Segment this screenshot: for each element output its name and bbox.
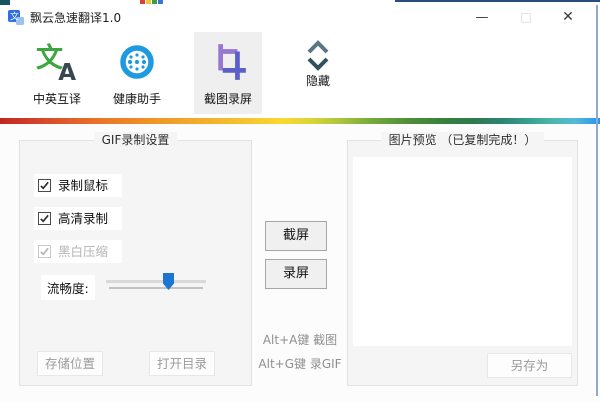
slider-track-shadow xyxy=(109,287,203,289)
tab-label: 中英互译 xyxy=(32,92,81,106)
svg-text:文: 文 xyxy=(10,11,19,23)
groupbox-title: 图片预览 （已复制完成！） xyxy=(380,132,545,148)
background-fragment xyxy=(395,0,600,2)
hotkey-hint-gif: Alt+G键 录GIF xyxy=(258,357,342,371)
save-as-button[interactable]: 另存为 xyxy=(487,353,572,378)
tab-health-assistant[interactable]: 健康助手 xyxy=(104,30,170,106)
checkbox-box xyxy=(38,245,51,258)
open-directory-button[interactable]: 打开目录 xyxy=(149,351,215,376)
title-bar: 文 飘云急速翻译1.0 — □ ✕ xyxy=(0,5,600,30)
check-icon xyxy=(40,247,49,256)
record-screen-button[interactable]: 录屏 xyxy=(265,259,327,289)
tab-label: 健康助手 xyxy=(112,92,161,106)
checkbox-label: 录制鼠标 xyxy=(58,178,109,193)
checkbox-record-mouse[interactable]: 录制鼠标 xyxy=(34,174,123,197)
image-preview-groupbox: 图片预览 （已复制完成！） 另存为 xyxy=(347,132,578,386)
translate-icon: 文 A xyxy=(35,39,79,86)
gif-settings-groupbox: GIF录制设置 录制鼠标 高清录制 黑白压缩 流畅度: 存储位置 打开目录 xyxy=(19,132,252,386)
checkbox-label: 高清录制 xyxy=(58,211,109,226)
tab-screenshot-record[interactable]: 截图录屏 xyxy=(194,32,262,114)
background-window-edge xyxy=(596,5,598,396)
background-fragment xyxy=(158,0,163,4)
toolbar: 文 A 中英互译 健康助手 截图录屏 隐藏 xyxy=(0,30,600,118)
image-preview-area xyxy=(353,157,572,346)
hotkey-hint-screenshot: Alt+A键 截图 xyxy=(262,333,338,347)
checkbox-hd-record[interactable]: 高清录制 xyxy=(34,207,123,230)
maximize-icon[interactable]: □ xyxy=(506,5,546,30)
crop-icon xyxy=(207,39,249,85)
checkbox-label: 黑白压缩 xyxy=(58,244,109,259)
main-area: GIF录制设置 录制鼠标 高清录制 黑白压缩 流畅度: 存储位置 打开目录 截屏… xyxy=(0,124,600,402)
translate-icon-glyph: A xyxy=(58,60,76,86)
window-title: 飘云急速翻译1.0 xyxy=(30,11,122,25)
minimize-icon[interactable]: — xyxy=(462,5,502,30)
smoothness-slider[interactable] xyxy=(106,273,206,293)
background-fragment xyxy=(146,0,151,4)
screenshot-button[interactable]: 截屏 xyxy=(265,221,327,251)
health-icon xyxy=(116,39,158,85)
checkbox-box xyxy=(38,212,51,225)
app-window: 文 飘云急速翻译1.0 — □ ✕ 文 A 中英互译 健康助手 截图录屏 隐藏 … xyxy=(0,0,600,402)
background-fragment xyxy=(140,0,145,4)
tab-label: 隐藏 xyxy=(305,74,330,88)
checkbox-box xyxy=(38,179,51,192)
smoothness-label: 流畅度: xyxy=(41,275,95,300)
app-logo-icon: 文 xyxy=(8,10,24,25)
tab-label: 截图录屏 xyxy=(203,92,252,106)
hide-chevrons-icon xyxy=(305,38,331,74)
groupbox-title: GIF录制设置 xyxy=(93,132,178,148)
check-icon xyxy=(40,181,49,190)
check-icon xyxy=(40,214,49,223)
slider-track[interactable] xyxy=(106,280,206,283)
checkbox-bw-compress: 黑白压缩 xyxy=(34,240,123,263)
background-fragment xyxy=(152,0,157,4)
tab-translate[interactable]: 文 A 中英互译 xyxy=(24,30,90,106)
tab-hide[interactable]: 隐藏 xyxy=(287,30,349,88)
storage-location-button[interactable]: 存储位置 xyxy=(37,351,103,376)
close-icon[interactable]: ✕ xyxy=(548,5,588,30)
